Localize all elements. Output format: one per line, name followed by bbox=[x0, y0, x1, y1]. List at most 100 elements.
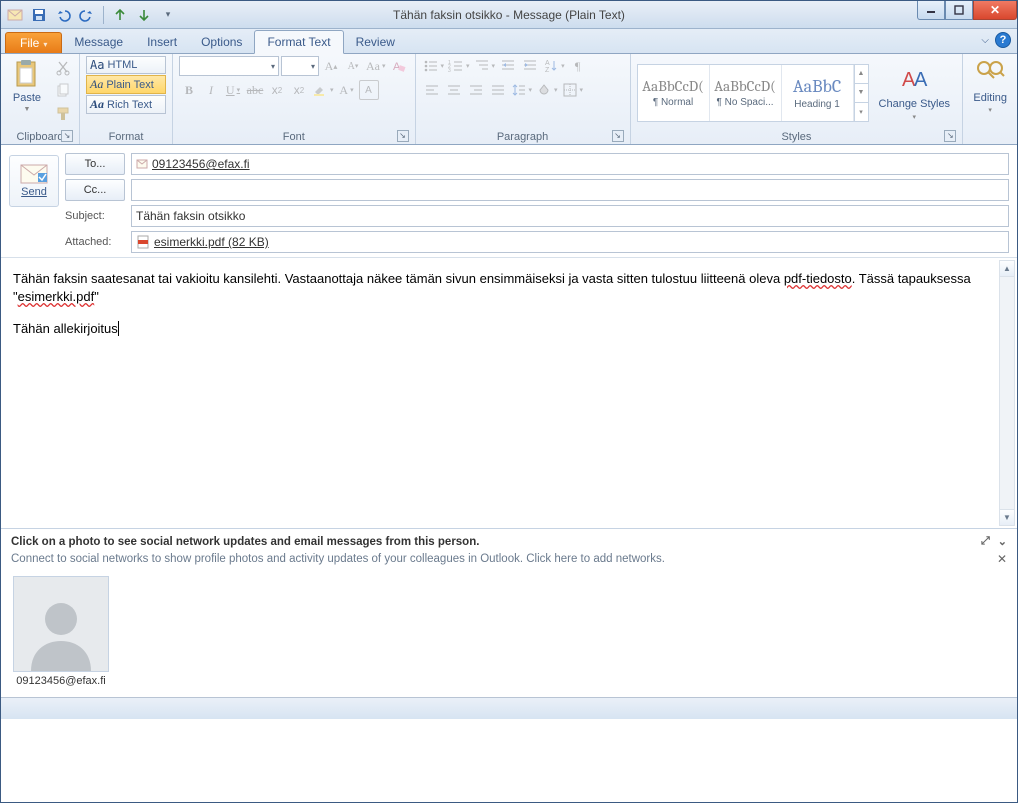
format-plain-text-button[interactable]: AaPlain Text bbox=[86, 75, 166, 94]
save-icon[interactable] bbox=[29, 5, 49, 25]
line-spacing-icon[interactable] bbox=[510, 80, 534, 100]
styles-gallery[interactable]: AaBbCcD(¶ Normal AaBbCcD(¶ No Spaci... A… bbox=[637, 64, 869, 122]
to-field[interactable]: 09123456@efax.fi bbox=[131, 153, 1009, 175]
superscript-icon[interactable]: x2 bbox=[289, 80, 309, 100]
group-label-font: Font bbox=[283, 131, 305, 143]
message-body[interactable]: Tähän faksin saatesanat tai vakioitu kan… bbox=[1, 258, 1017, 528]
increase-indent-icon[interactable] bbox=[520, 56, 540, 76]
send-button[interactable]: Send bbox=[9, 155, 59, 207]
group-styles: AaBbCcD(¶ Normal AaBbCcD(¶ No Spaci... A… bbox=[631, 54, 964, 144]
cc-button[interactable]: Cc... bbox=[65, 179, 125, 201]
gallery-down-icon[interactable]: ▼ bbox=[855, 84, 868, 103]
format-painter-icon[interactable] bbox=[53, 104, 73, 124]
to-button[interactable]: To... bbox=[65, 153, 125, 175]
previous-item-icon[interactable] bbox=[110, 5, 130, 25]
multilevel-list-icon[interactable] bbox=[473, 56, 497, 76]
maximize-button[interactable] bbox=[945, 1, 973, 20]
svg-text:Z: Z bbox=[545, 67, 550, 74]
style-normal[interactable]: AaBbCcD(¶ Normal bbox=[638, 65, 710, 121]
format-html-button[interactable]: AaHTML bbox=[86, 56, 166, 74]
copy-icon[interactable] bbox=[53, 81, 73, 101]
borders-icon[interactable] bbox=[561, 80, 585, 100]
font-color-icon[interactable]: A bbox=[337, 80, 357, 100]
editing-button[interactable]: Editing▾ bbox=[969, 56, 1011, 116]
status-bar bbox=[1, 697, 1017, 719]
decrease-indent-icon[interactable] bbox=[498, 56, 518, 76]
change-styles-button[interactable]: AA Change Styles▾ bbox=[875, 62, 955, 122]
font-size-combo[interactable] bbox=[281, 56, 319, 76]
attachment-name[interactable]: esimerkki.pdf (82 KB) bbox=[154, 235, 269, 249]
gallery-more-icon[interactable]: ▾ bbox=[855, 103, 868, 121]
minimize-button[interactable] bbox=[917, 1, 945, 20]
dialog-launcher-icon[interactable]: ↘ bbox=[612, 130, 624, 142]
style-heading-1[interactable]: AaBbCHeading 1 bbox=[782, 65, 854, 121]
title-bar: ▾ Tähän faksin otsikko - Message (Plain … bbox=[1, 1, 1017, 29]
ribbon: Paste ▼ Clipboard↘ AaHTML AaPlain Text A… bbox=[1, 53, 1017, 145]
align-right-icon[interactable] bbox=[466, 80, 486, 100]
tab-insert[interactable]: Insert bbox=[135, 31, 189, 53]
sort-icon[interactable]: AZ bbox=[542, 56, 566, 76]
align-left-icon[interactable] bbox=[422, 80, 442, 100]
subscript-icon[interactable]: x2 bbox=[267, 80, 287, 100]
scroll-up-icon[interactable]: ▲ bbox=[1000, 261, 1014, 277]
text-caret bbox=[118, 321, 119, 336]
tab-format-text[interactable]: Format Text bbox=[254, 30, 343, 54]
collapse-icon[interactable]: ⌄ bbox=[998, 535, 1007, 548]
numbering-icon[interactable]: 123 bbox=[447, 56, 471, 76]
help-icon[interactable]: ? bbox=[995, 32, 1011, 48]
attachment-field[interactable]: esimerkki.pdf (82 KB) bbox=[131, 231, 1009, 253]
scroll-down-icon[interactable]: ▼ bbox=[1000, 509, 1014, 525]
redo-icon[interactable] bbox=[77, 5, 97, 25]
highlight-icon[interactable] bbox=[311, 80, 335, 100]
group-font: A▴ A▾ Aa A B I U abc x2 x2 A A Font ↘ bbox=[173, 54, 416, 144]
align-center-icon[interactable] bbox=[444, 80, 464, 100]
group-label-format: Format bbox=[86, 129, 166, 144]
bullets-icon[interactable] bbox=[422, 56, 446, 76]
app-icon[interactable] bbox=[5, 5, 25, 25]
underline-icon[interactable]: U bbox=[223, 80, 243, 100]
clear-formatting-icon[interactable]: A bbox=[389, 56, 409, 76]
subject-field[interactable]: Tähän faksin otsikko bbox=[131, 205, 1009, 227]
shrink-font-icon[interactable]: A▾ bbox=[343, 56, 363, 76]
paste-button[interactable]: Paste ▼ bbox=[7, 56, 47, 115]
italic-icon[interactable]: I bbox=[201, 80, 221, 100]
font-family-combo[interactable] bbox=[179, 56, 279, 76]
avatar-placeholder-icon bbox=[13, 576, 109, 672]
people-pane-subtext[interactable]: Connect to social networks to show profi… bbox=[11, 553, 665, 565]
change-case-icon[interactable]: Aa bbox=[365, 56, 387, 76]
dialog-launcher-icon[interactable]: ↘ bbox=[944, 130, 956, 142]
group-label-styles: Styles bbox=[781, 131, 811, 143]
shading-icon[interactable] bbox=[535, 80, 559, 100]
bold-icon[interactable]: B bbox=[179, 80, 199, 100]
to-value[interactable]: 09123456@efax.fi bbox=[152, 157, 250, 171]
dialog-launcher-icon[interactable]: ↘ bbox=[397, 130, 409, 142]
find-icon bbox=[974, 58, 1006, 90]
undo-icon[interactable] bbox=[53, 5, 73, 25]
strikethrough-icon[interactable]: abc bbox=[245, 80, 265, 100]
tab-review[interactable]: Review bbox=[344, 31, 407, 53]
message-header: Send To... 09123456@efax.fi Cc... Subjec… bbox=[1, 145, 1017, 258]
tab-file[interactable]: File bbox=[5, 32, 62, 53]
show-marks-icon[interactable]: ¶ bbox=[568, 56, 588, 76]
gallery-up-icon[interactable]: ▲ bbox=[855, 65, 868, 84]
qat-customize-icon[interactable]: ▾ bbox=[158, 5, 178, 25]
tab-options[interactable]: Options bbox=[189, 31, 254, 53]
people-pane-heading: Click on a photo to see social network u… bbox=[11, 536, 479, 548]
minimize-ribbon-icon[interactable]: ⌵ bbox=[981, 35, 989, 46]
tab-message[interactable]: Message bbox=[62, 31, 135, 53]
close-button[interactable]: ✕ bbox=[973, 1, 1017, 20]
character-border-icon[interactable]: A bbox=[359, 80, 379, 100]
vertical-scrollbar[interactable]: ▲ ▼ bbox=[999, 260, 1015, 526]
group-editing: Editing▾ bbox=[963, 54, 1017, 144]
dialog-launcher-icon[interactable]: ↘ bbox=[61, 130, 73, 142]
cut-icon[interactable] bbox=[53, 58, 73, 78]
next-item-icon[interactable] bbox=[134, 5, 154, 25]
cc-field[interactable] bbox=[131, 179, 1009, 201]
format-rich-text-button[interactable]: AaRich Text bbox=[86, 95, 166, 114]
justify-icon[interactable] bbox=[488, 80, 508, 100]
dismiss-icon[interactable]: ✕ bbox=[997, 552, 1007, 566]
expand-icon[interactable]: ⤢ bbox=[981, 535, 990, 548]
grow-font-icon[interactable]: A▴ bbox=[321, 56, 341, 76]
contact-card[interactable]: 09123456@efax.fi bbox=[13, 576, 109, 687]
style-no-spacing[interactable]: AaBbCcD(¶ No Spaci... bbox=[710, 65, 782, 121]
